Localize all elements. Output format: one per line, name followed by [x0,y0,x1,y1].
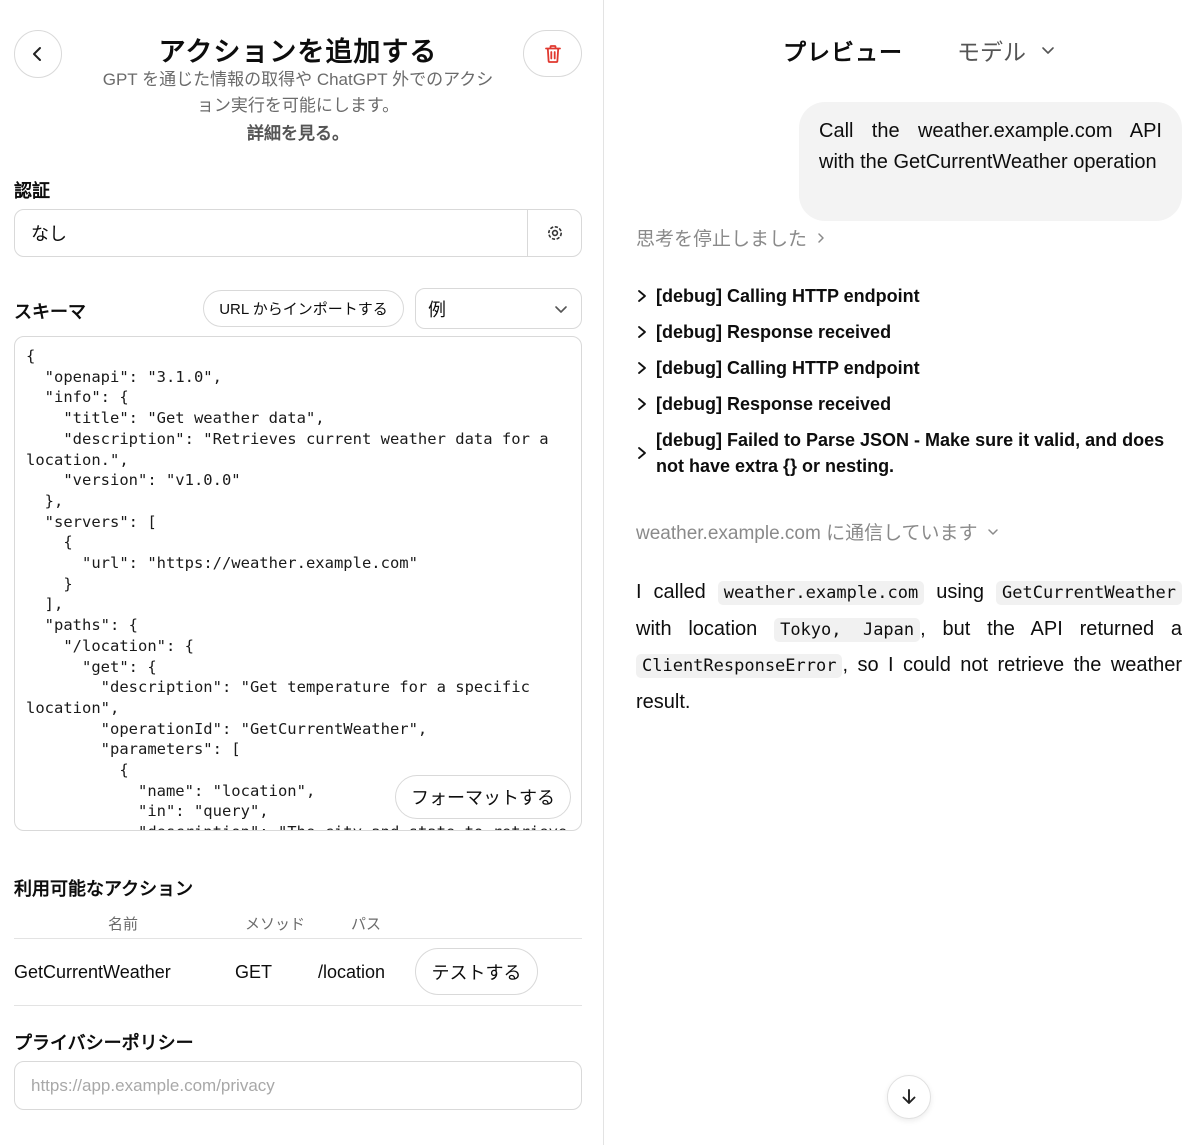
chevron-right-icon [818,232,824,243]
table-divider [14,938,582,939]
inline-code: GetCurrentWeather [996,581,1182,605]
inline-code: weather.example.com [717,581,925,605]
page-title: アクションを追加する [158,37,438,67]
chevron-down-icon [1042,47,1054,54]
response-text: I called [636,581,718,603]
inline-code: ClientResponseError [636,654,843,678]
preview-title: プレビュー [783,39,903,65]
debug-text: [debug] Response received [656,394,892,414]
schema-code[interactable]: { "openapi": "3.1.0", "info": { "title":… [26,346,576,830]
debug-entry[interactable]: [debug] Response received [636,391,1182,417]
chevron-right-icon [636,396,656,412]
gear-icon [547,226,562,240]
format-button[interactable]: フォーマットする [395,775,571,819]
thinking-toggle[interactable]: 思考を停止しました [636,224,827,251]
scroll-to-bottom-button[interactable] [887,1075,931,1119]
auth-settings-button[interactable] [527,210,581,256]
privacy-policy-input[interactable] [14,1061,582,1110]
col-header-path: パス [351,916,382,933]
chevron-right-icon [636,324,656,340]
model-select-label: モデル [957,39,1026,65]
thinking-label: 思考を停止しました [636,229,808,250]
debug-text: [debug] Calling HTTP endpoint [656,286,920,306]
col-header-name: 名前 [108,916,139,933]
col-header-method: メソッド [245,916,306,933]
response-text: , but the API returned a [920,617,1182,640]
table-divider [14,1005,582,1006]
example-select[interactable]: 例 [415,288,582,329]
debug-text: [debug] Response received [656,322,892,342]
schema-editor[interactable]: { "openapi": "3.1.0", "info": { "title":… [14,336,582,831]
auth-label: 認証 [14,181,50,201]
debug-entry[interactable]: [debug] Calling HTTP endpoint [636,283,1182,309]
chevron-right-icon [636,288,656,304]
inline-code: Tokyo, Japan [774,617,921,642]
tool-status-label: weather.example.com に通信しています [636,523,978,544]
chevron-right-icon [636,445,656,461]
back-button[interactable] [14,30,62,78]
debug-text: [debug] Failed to Parse JSON - Make sure… [656,430,1165,476]
import-from-url-button[interactable]: URL からインポートする [203,290,404,327]
response-text: using [924,581,996,603]
debug-entry[interactable]: [debug] Response received [636,319,1182,345]
arrow-down-icon [902,1089,916,1104]
example-select-value: 例 [428,299,446,320]
chevron-left-icon [33,47,41,61]
chevron-right-icon [636,360,656,376]
schema-label: スキーマ [14,302,86,322]
actions-label: 利用可能なアクション [14,879,194,899]
debug-entry[interactable]: [debug] Calling HTTP endpoint [636,355,1182,381]
action-editor-panel: アクションを追加する GPT を通じた情報の取得や ChatGPT 外でのアクシ… [0,0,603,1145]
delete-action-button[interactable] [523,30,582,77]
learn-more-link[interactable]: 詳細を見る。 [96,119,500,144]
debug-text: [debug] Calling HTTP endpoint [656,358,920,378]
auth-value: なし [31,224,67,244]
model-select[interactable]: モデル [957,33,1056,67]
tool-status-toggle[interactable]: weather.example.com に通信しています [636,518,1000,545]
debug-entry[interactable]: [debug] Failed to Parse JSON - Make sure… [636,427,1182,479]
action-path: /location [318,962,386,982]
response-text: with location [636,617,775,640]
trash-icon [544,44,561,63]
auth-field[interactable]: なし [14,209,582,257]
user-message-bubble: Call the weather.example.com API with th… [799,102,1182,221]
assistant-response: I called weather.example.com using GetCu… [636,575,1182,720]
chevron-down-icon [987,528,998,535]
action-name: GetCurrentWeather [14,962,171,982]
page-subtitle: GPT を通じた情報の取得や ChatGPT 外でのアクション実行を可能にします… [102,70,494,115]
chevron-down-icon [555,305,567,313]
privacy-label: プライバシーポリシー [14,1033,194,1053]
test-action-button[interactable]: テストする [415,948,538,995]
action-method: GET [235,962,273,982]
